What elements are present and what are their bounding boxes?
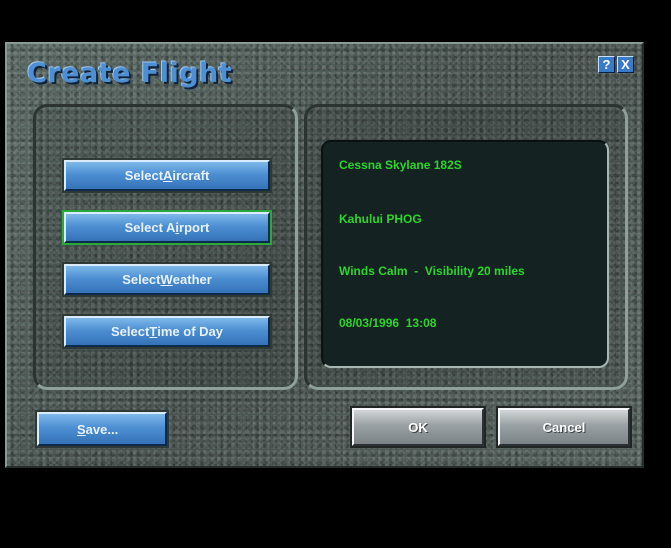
select-airport-button[interactable]: Select Ai rport [62, 210, 272, 245]
select-aircraft-button[interactable]: Select Aircraft [62, 158, 272, 193]
aircraft-value: Cessna Skylane 182S [339, 158, 462, 172]
select-time-label-key: T [149, 324, 158, 339]
select-airport-label-pre: Select A [124, 220, 176, 235]
cancel-button[interactable]: Cancel [496, 406, 632, 448]
ok-button[interactable]: OK [350, 406, 486, 448]
select-weather-label-pre: Select [122, 272, 161, 287]
select-time-of-day-button[interactable]: Select Time of Day [62, 314, 272, 349]
select-weather-label-post: eather [172, 272, 212, 287]
select-weather-label-key: W [160, 272, 173, 287]
select-time-label-pre: Select [110, 324, 150, 339]
weather-value: Winds Calm - Visibility 20 miles [339, 264, 525, 278]
save-button[interactable]: Save... [35, 410, 169, 448]
airport-value: Kahului PHOG [339, 212, 422, 226]
close-button[interactable]: X [617, 56, 634, 73]
select-aircraft-label-post: ircraft [172, 168, 210, 183]
save-label-key: S [77, 421, 86, 437]
select-airport-label-post: rport [179, 220, 210, 235]
selection-panel [33, 104, 298, 390]
select-weather-button[interactable]: Select Weather [62, 262, 272, 297]
select-aircraft-label-pre: Select [124, 168, 164, 183]
flight-summary-box: Cessna Skylane 182S Kahului PHOG Winds C… [321, 140, 609, 368]
create-flight-dialog: Create Flight ? X Select Aircraft Select… [5, 42, 644, 468]
time-of-day-value: 08/03/1996 13:08 [339, 316, 437, 330]
help-button[interactable]: ? [598, 56, 615, 73]
select-aircraft-label-key: A [163, 168, 173, 183]
select-time-label-post: ime of Day [157, 324, 223, 339]
dialog-title: Create Flight [27, 58, 233, 89]
save-label-rest: ave... [85, 421, 119, 437]
